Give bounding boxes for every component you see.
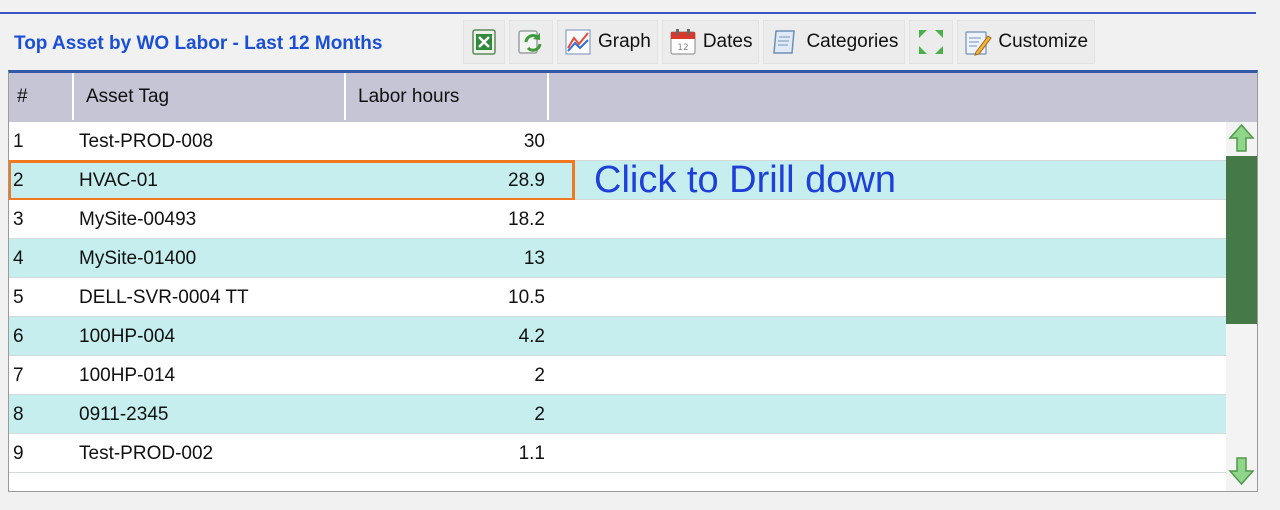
toolbar: Graph 12 Dates Categories Customize xyxy=(463,20,1096,64)
table-row[interactable]: 1 Test-PROD-008 30 xyxy=(9,122,1226,161)
scroll-down-arrow-icon[interactable] xyxy=(1226,455,1257,491)
categories-label: Categories xyxy=(806,31,899,52)
labor-hours-cell: 4.2 xyxy=(518,326,545,347)
grid-rows: 1 Test-PROD-008 30 2 HVAC-01 28.9 Click to Dri… xyxy=(9,122,1226,473)
scroll-document-icon xyxy=(770,27,800,57)
asset-tag-cell[interactable]: 0911-2345 xyxy=(79,395,168,434)
asset-tag-cell[interactable]: MySite-00493 xyxy=(79,200,196,239)
asset-tag-cell[interactable]: MySite-01400 xyxy=(79,239,196,278)
expand-icon xyxy=(916,27,946,57)
labor-hours-cell: 1.1 xyxy=(518,443,545,464)
grid-header: # Asset Tag Labor hours xyxy=(9,73,1257,122)
customize-label: Customize xyxy=(998,31,1089,52)
labor-hours-cell: 10.5 xyxy=(508,287,545,308)
row-number: 7 xyxy=(13,365,24,386)
labor-hours-cell: 28.9 xyxy=(508,170,545,191)
calendar-icon: 12 xyxy=(669,28,697,56)
table-row[interactable]: 8 0911-2345 2 xyxy=(9,395,1226,434)
row-number: 1 xyxy=(13,131,24,152)
labor-hours-cell: 13 xyxy=(523,248,545,269)
refresh-icon xyxy=(516,27,546,57)
drill-down-hint-label: Click to Drill down xyxy=(594,159,896,201)
edit-form-icon xyxy=(964,28,993,56)
vertical-scrollbar[interactable] xyxy=(1226,122,1257,491)
top-rule xyxy=(0,12,1256,14)
graph-label: Graph xyxy=(598,31,651,52)
table-row[interactable]: 3 MySite-00493 18.2 xyxy=(9,200,1226,239)
panel-title: Top Asset by WO Labor - Last 12 Months xyxy=(14,33,383,54)
row-number: 8 xyxy=(13,404,24,425)
row-number: 5 xyxy=(13,287,24,308)
asset-tag-cell[interactable]: 100HP-004 xyxy=(79,317,175,356)
table-row[interactable]: 5 DELL-SVR-0004 TT 10.5 xyxy=(9,278,1226,317)
customize-button[interactable]: Customize xyxy=(957,20,1096,64)
column-header-asset-tag[interactable]: Asset Tag xyxy=(74,73,346,120)
asset-tag-cell[interactable]: HVAC-01 xyxy=(79,161,158,200)
scrollbar-thumb[interactable] xyxy=(1226,156,1257,324)
labor-hours-cell: 18.2 xyxy=(508,209,545,230)
column-header-number[interactable]: # xyxy=(9,73,74,120)
categories-button[interactable]: Categories xyxy=(763,20,906,64)
table-row[interactable]: 2 HVAC-01 28.9 Click to Drill down xyxy=(9,159,1226,201)
table-row[interactable]: 4 MySite-01400 13 xyxy=(9,239,1226,278)
asset-tag-cell[interactable]: 100HP-014 xyxy=(79,356,175,395)
dates-button[interactable]: 12 Dates xyxy=(661,20,760,64)
asset-labor-grid: # Asset Tag Labor hours 1 Test-PROD-008 30… xyxy=(8,70,1258,492)
labor-hours-cell: 30 xyxy=(523,131,545,152)
row-number: 3 xyxy=(13,209,24,230)
refresh-button[interactable] xyxy=(509,20,553,64)
column-header-labor-hours[interactable]: Labor hours xyxy=(346,73,549,120)
expand-button[interactable] xyxy=(909,20,954,64)
labor-hours-cell: 2 xyxy=(534,365,545,386)
dates-label: Dates xyxy=(702,31,753,52)
row-number: 4 xyxy=(13,248,24,269)
row-number: 9 xyxy=(13,443,24,464)
excel-icon xyxy=(470,28,498,56)
asset-tag-cell[interactable]: DELL-SVR-0004 TT xyxy=(79,278,249,317)
table-row[interactable]: 6 100HP-004 4.2 xyxy=(9,317,1226,356)
graph-button[interactable]: Graph xyxy=(557,20,658,64)
line-chart-icon xyxy=(564,28,592,56)
table-row[interactable]: 7 100HP-014 2 xyxy=(9,356,1226,395)
export-excel-button[interactable] xyxy=(463,20,505,64)
row-number: 2 xyxy=(13,170,24,191)
labor-hours-cell: 2 xyxy=(534,404,545,425)
svg-text:12: 12 xyxy=(677,43,688,53)
scroll-up-arrow-icon[interactable] xyxy=(1226,122,1257,159)
asset-tag-cell[interactable]: Test-PROD-008 xyxy=(79,122,213,161)
asset-tag-cell[interactable]: Test-PROD-002 xyxy=(79,434,213,473)
table-row[interactable]: 9 Test-PROD-002 1.1 xyxy=(9,434,1226,473)
row-number: 6 xyxy=(13,326,24,347)
